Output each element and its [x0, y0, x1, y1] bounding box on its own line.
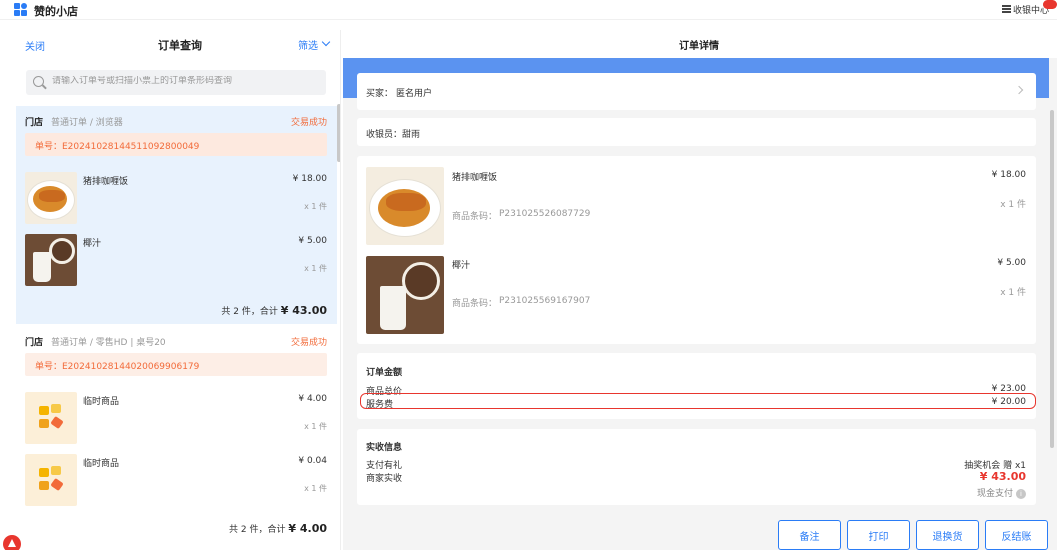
cashier-name: 收银员：甜雨 — [366, 130, 421, 140]
order-amount-title: 订单金额 — [366, 368, 403, 378]
detail-item-price: ¥ 18.00 — [991, 170, 1026, 180]
detail-item-barcode: P231025526087729 — [499, 209, 591, 219]
buyer-label: 买家： — [366, 89, 394, 99]
coconut-drink-image — [366, 256, 444, 334]
order-total-amount: ¥ 4.00 — [288, 522, 327, 535]
order-source: 门店 — [25, 118, 44, 128]
merchant-received-label: 商家实收 — [366, 474, 403, 484]
item-price: ¥ 4.00 — [298, 394, 327, 404]
item-name: 椰汁 — [83, 239, 102, 249]
item-price: ¥ 5.00 — [298, 236, 327, 246]
item-quantity: x 1 件 — [304, 422, 327, 431]
buyer-card[interactable]: 买家： 匿名用户 — [357, 73, 1036, 110]
item-name: 临时商品 — [83, 459, 120, 469]
order-item: 椰汁 ¥ 5.00 x 1 件 — [25, 234, 327, 289]
order-number: 单号：E20241028144020069906179 — [25, 353, 327, 376]
curry-rice-image — [25, 172, 77, 224]
close-button[interactable]: 关闭 — [25, 38, 45, 53]
store-logo-icon — [14, 3, 28, 17]
order-status: 交易成功 — [291, 338, 328, 348]
order-item: 临时商品 ¥ 0.04 x 1 件 — [25, 454, 327, 509]
order-channel: 普通订单 / 浏览器 — [51, 118, 123, 128]
buyer-name: 匿名用户 — [396, 89, 433, 99]
item-price: ¥ 18.00 — [292, 174, 327, 184]
received-title: 实收信息 — [366, 443, 403, 453]
order-number: 单号：E20241028144511092800049 — [25, 133, 327, 156]
curry-rice-image — [366, 167, 444, 245]
search-input[interactable] — [52, 76, 322, 86]
item-price: ¥ 0.04 — [298, 456, 327, 466]
temp-goods-image — [25, 392, 77, 444]
barcode-label: 商品条码： — [452, 299, 498, 309]
info-icon[interactable]: i — [1016, 488, 1026, 499]
chevron-right-icon[interactable] — [1014, 85, 1024, 95]
floating-action-icon[interactable] — [3, 535, 21, 550]
order-amount-card: 订单金额 商品总价 ¥ 23.00 服务费 ¥ 20.00 — [357, 353, 1036, 419]
order-query-panel: 关闭 订单查询 筛选 门店 普通订单 / 浏览器 交易成功 单号：E202410… — [16, 30, 341, 550]
order-detail-panel: 订单详情 买家： 匿名用户 收银员：甜雨 猪排咖喱饭 ¥ 18.00 x 1 件… — [343, 30, 1057, 550]
order-detail-header: 订单详情 — [343, 30, 1057, 58]
merchant-received-value: ¥ 43.00 — [979, 470, 1026, 483]
note-button[interactable]: 备注 — [778, 520, 841, 550]
search-icon — [33, 76, 44, 87]
item-name: 猪排咖喱饭 — [83, 177, 129, 187]
temp-goods-image — [25, 454, 77, 506]
item-name: 临时商品 — [83, 397, 120, 407]
detail-item-quantity: x 1 件 — [1000, 200, 1026, 210]
order-list-scrollbar[interactable] — [337, 104, 340, 162]
received-info-card: 实收信息 支付有礼 抽奖机会 赠 x1 商家实收 ¥ 43.00 现金支付 i — [357, 429, 1036, 505]
refund-button[interactable]: 退换货 — [916, 520, 979, 550]
order-detail-title: 订单详情 — [679, 41, 719, 52]
store-name: 赞的小店 — [34, 5, 78, 18]
cashier-card: 收银员：甜雨 — [357, 118, 1036, 146]
chevron-down-icon[interactable] — [321, 37, 331, 47]
reverse-checkout-button[interactable]: 反结账 — [985, 520, 1048, 550]
item-quantity: x 1 件 — [304, 484, 327, 493]
order-item: 临时商品 ¥ 4.00 x 1 件 — [25, 392, 327, 447]
order-status: 交易成功 — [291, 118, 328, 128]
top-bar: 赞的小店 收银中心 — [0, 0, 1057, 20]
order-total: 共 2 件，合计 ¥ 43.00 — [221, 304, 327, 317]
order-source: 门店 — [25, 338, 44, 348]
detail-scrollbar[interactable] — [1050, 110, 1054, 448]
order-channel: 普通订单 / 零售HD | 桌号20 — [51, 338, 166, 348]
print-button[interactable]: 打印 — [847, 520, 910, 550]
order-total-amount: ¥ 43.00 — [280, 304, 327, 317]
order-total-prefix: 共 2 件，合计 — [229, 525, 286, 535]
payment-method-label: 现金支付 — [976, 489, 1013, 499]
order-total-prefix: 共 2 件，合计 — [221, 307, 278, 317]
barcode-label: 商品条码： — [452, 212, 498, 222]
menu-icon[interactable] — [1002, 5, 1011, 13]
order-search-box[interactable] — [26, 70, 326, 95]
order-item: 猪排咖喱饭 ¥ 18.00 x 1 件 — [25, 172, 327, 227]
notification-badge — [1043, 0, 1057, 9]
detail-item-barcode: P231025569167907 — [499, 296, 591, 306]
item-quantity: x 1 件 — [304, 264, 327, 273]
order-query-title: 订单查询 — [158, 39, 202, 52]
detail-item-price: ¥ 5.00 — [997, 258, 1026, 268]
item-quantity: x 1 件 — [304, 202, 327, 211]
order-card[interactable]: 门店 普通订单 / 零售HD | 桌号20 交易成功 单号：E202410281… — [16, 326, 337, 550]
detail-item-name: 椰汁 — [452, 261, 471, 271]
service-fee-highlight — [360, 393, 1036, 409]
gift-label: 支付有礼 — [366, 461, 403, 471]
order-total: 共 2 件，合计 ¥ 4.00 — [229, 522, 327, 535]
filter-button[interactable]: 筛选 — [298, 37, 318, 52]
order-query-header: 关闭 订单查询 筛选 — [16, 30, 340, 58]
payment-method: 现金支付 i — [977, 486, 1026, 499]
detail-item-quantity: x 1 件 — [1000, 288, 1026, 298]
order-card[interactable]: 门店 普通订单 / 浏览器 交易成功 单号：E20241028144511092… — [16, 106, 337, 324]
detail-item-name: 猪排咖喱饭 — [452, 173, 498, 183]
detail-items-card: 猪排咖喱饭 ¥ 18.00 x 1 件 商品条码： P2310255260877… — [357, 156, 1036, 344]
coconut-drink-image — [25, 234, 77, 286]
